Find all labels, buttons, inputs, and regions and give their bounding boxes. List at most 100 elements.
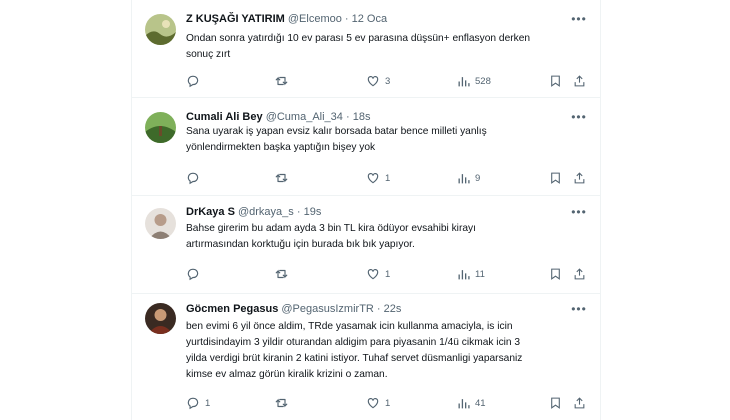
timeline: Z KUŞAĞI YATIRIM @Elcemoo · 12 Oca ••• O… [131, 0, 601, 420]
tweet[interactable]: DrKaya S @drkaya_s · 19s ••• Bahse girer… [132, 196, 600, 294]
retweet-button[interactable] [274, 170, 294, 186]
tweet-text-line: artırmasından korktuğu için burada bık b… [186, 239, 415, 250]
reply-icon [187, 172, 199, 185]
view-count: 41 [475, 397, 486, 409]
views-icon [458, 269, 470, 279]
like-count: 1 [385, 268, 391, 280]
like-count: 1 [385, 172, 391, 184]
like-button[interactable]: 1 [366, 170, 390, 186]
views-icon [458, 76, 470, 86]
tweet-header: DrKaya S @drkaya_s · 19s [186, 206, 590, 222]
avatar-image [145, 208, 176, 239]
like-count: 1 [385, 397, 391, 409]
timestamp[interactable]: 19s [304, 206, 322, 218]
tweet[interactable]: Göcmen Pegasus @PegasusIzmirTR · 22s •••… [132, 294, 600, 420]
action-bar: 1 11 [186, 266, 588, 282]
like-button[interactable]: 1 [366, 395, 390, 411]
more-icon[interactable]: ••• [568, 303, 590, 320]
timestamp[interactable]: 12 Oca [352, 13, 387, 25]
view-count: 528 [475, 75, 491, 87]
share-button[interactable] [573, 266, 586, 282]
display-name[interactable]: Z KUŞAĞI YATIRIM [186, 13, 285, 25]
tweet-text-line: yilda verdigi brüt kiranin 2 katini isti… [186, 353, 523, 364]
share-icon [574, 172, 585, 184]
display-name[interactable]: Cumali Ali Bey [186, 111, 263, 123]
views-button[interactable]: 41 [457, 395, 486, 411]
bookmark-icon [551, 172, 560, 184]
separator: · [344, 13, 349, 25]
reply-button[interactable] [186, 266, 205, 282]
separator: · [296, 206, 301, 218]
views-icon [458, 398, 470, 408]
user-handle[interactable]: @Cuma_Ali_34 [266, 111, 343, 123]
tweet-text-line: yönlendirmekten başka yaptığın bişey yok [186, 142, 376, 153]
reply-icon [187, 75, 199, 88]
bookmark-icon [551, 268, 560, 280]
tweet-text-line: ben evimi 6 yil önce aldim, TRde yasamak… [186, 321, 513, 332]
tweet-text: Bahse girerim bu adam ayda 3 bin TL kira… [186, 221, 586, 253]
tweet-text-line: Sana uyarak iş yapan evsiz kalır borsada… [186, 126, 487, 137]
avatar-image [145, 14, 176, 45]
like-icon [367, 398, 379, 409]
like-icon [367, 269, 379, 280]
tweet-text-line: kimse ev almaz görün kiralik krizini o z… [186, 369, 388, 380]
view-count: 11 [475, 268, 485, 280]
bookmark-button[interactable] [549, 73, 562, 89]
tweet[interactable]: Z KUŞAĞI YATIRIM @Elcemoo · 12 Oca ••• O… [132, 0, 600, 98]
user-handle[interactable]: @drkaya_s [238, 206, 294, 218]
bookmark-icon [551, 397, 560, 409]
avatar[interactable] [145, 208, 176, 239]
like-button[interactable]: 3 [366, 73, 390, 89]
bookmark-button[interactable] [549, 266, 562, 282]
views-icon [458, 173, 470, 183]
tweet-text-line: yurtdisindayim 3 yildir oturandan aldigi… [186, 337, 521, 348]
bookmark-button[interactable] [549, 395, 562, 411]
tweet-text-line: Bahse girerim bu adam ayda 3 bin TL kira… [186, 223, 476, 234]
share-icon [574, 75, 585, 87]
reply-button[interactable]: 1 [186, 395, 210, 411]
share-icon [574, 268, 585, 280]
user-handle[interactable]: @Elcemoo [288, 13, 342, 25]
reply-button[interactable] [186, 170, 205, 186]
reply-icon [187, 268, 199, 281]
separator: · [376, 303, 381, 315]
tweet-text-line: sonuç zırt [186, 49, 231, 60]
display-name[interactable]: DrKaya S [186, 206, 235, 218]
retweet-button[interactable] [274, 395, 294, 411]
timestamp[interactable]: 22s [384, 303, 402, 315]
avatar-image [145, 112, 176, 143]
bookmark-icon [551, 75, 560, 87]
display-name[interactable]: Göcmen Pegasus [186, 303, 278, 315]
like-icon [367, 173, 379, 184]
reply-icon [187, 397, 199, 410]
retweet-icon [275, 76, 288, 86]
retweet-button[interactable] [274, 266, 294, 282]
like-icon [367, 76, 379, 87]
more-icon[interactable]: ••• [568, 13, 590, 30]
timestamp[interactable]: 18s [353, 111, 371, 123]
like-button[interactable]: 1 [366, 266, 390, 282]
views-button[interactable]: 9 [457, 170, 480, 186]
avatar[interactable] [145, 303, 176, 334]
views-button[interactable]: 11 [457, 266, 485, 282]
retweet-icon [275, 398, 288, 408]
view-count: 9 [475, 172, 481, 184]
retweet-icon [275, 173, 288, 183]
bookmark-button[interactable] [549, 170, 562, 186]
share-button[interactable] [573, 73, 586, 89]
user-handle[interactable]: @PegasusIzmirTR [281, 303, 373, 315]
retweet-button[interactable] [274, 73, 294, 89]
share-button[interactable] [573, 170, 586, 186]
tweet-text: ben evimi 6 yil önce aldim, TRde yasamak… [186, 319, 594, 383]
avatar[interactable] [145, 112, 176, 143]
avatar-image [145, 303, 176, 334]
views-button[interactable]: 528 [457, 73, 491, 89]
avatar[interactable] [145, 14, 176, 45]
tweet[interactable]: Cumali Ali Bey @Cuma_Ali_34 · 18s ••• Sa… [132, 98, 600, 196]
reply-button[interactable] [186, 73, 205, 89]
share-icon [574, 397, 585, 409]
share-button[interactable] [573, 395, 586, 411]
action-bar: 1 9 [186, 170, 588, 186]
like-count: 3 [385, 75, 391, 87]
separator: · [345, 111, 350, 123]
